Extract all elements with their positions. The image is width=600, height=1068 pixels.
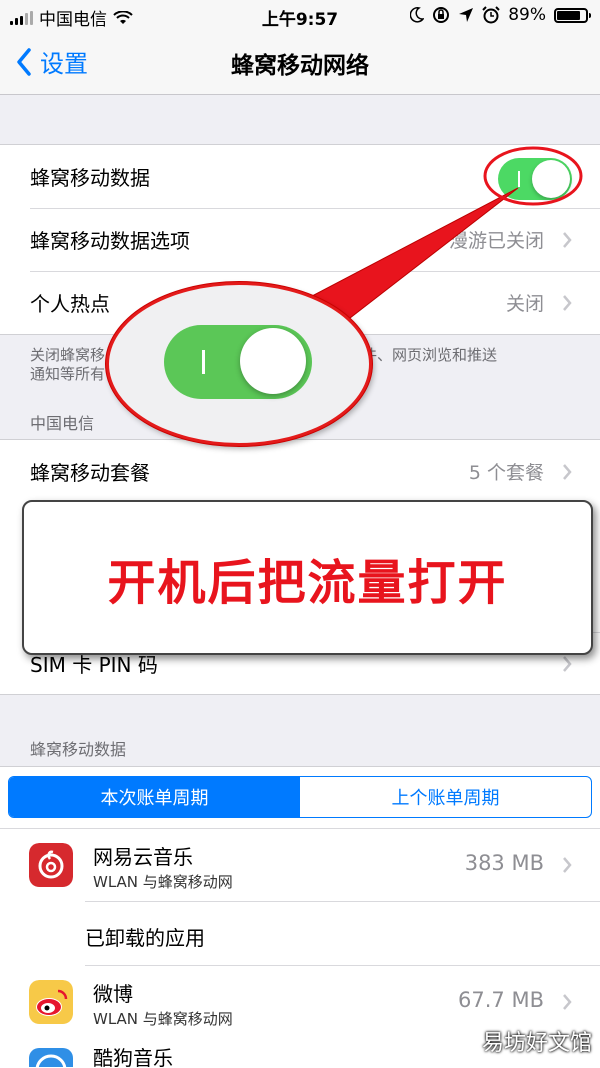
battery-icon [554,7,591,23]
cellular-data-toggle[interactable] [498,158,572,200]
netease-music-icon [29,843,73,887]
app-usage-row[interactable]: 网易云音乐 WLAN 与蜂窝移动网 383 MB [0,829,600,901]
cellular-plan-row[interactable]: 蜂窝移动套餐 5 个套餐 [0,440,600,503]
billing-period-segmented-control: 本次账单周期 上个账单周期 [8,776,592,818]
kugou-music-icon [29,1048,73,1067]
app-network-type: WLAN 与蜂窝移动网 [93,873,233,891]
instruction-text: 开机后把流量打开 [107,554,508,611]
uninstalled-apps-label: 已卸载的应用 [85,926,205,950]
status-bar: 中国电信 上午9:57 89% [0,0,600,32]
lock-rotation-icon [433,7,450,23]
personal-hotspot-label: 个人热点 [30,292,110,316]
navigation-bar: 设置 蜂窝移动网络 [0,32,600,95]
magnified-toggle-callout [106,282,372,446]
weibo-icon [29,980,73,1024]
location-icon [459,8,474,22]
cellular-data-options-label: 蜂窝移动数据选项 [30,229,190,253]
app-name: 酷狗音乐 [93,1046,173,1067]
chevron-right-icon [563,656,572,672]
app-data-usage: 383 MB [464,851,544,875]
app-data-usage: 67.7 MB [458,988,544,1012]
cellular-plan-count: 5 个套餐 [468,462,544,484]
carrier-section-header: 中国电信 [30,414,95,433]
cellular-data-label: 蜂窝移动数据 [30,166,150,190]
toggle-knob [532,160,570,198]
chevron-right-icon [563,857,572,873]
hotspot-status: 关闭 [505,293,544,315]
chevron-right-icon [563,464,572,480]
moon-icon [410,7,425,23]
toggle-on-indicator [202,350,205,374]
app-network-type: WLAN 与蜂窝移动网 [93,1010,233,1028]
watermark: 易坊好文馆 [481,1031,592,1056]
app-name: 微博 [93,982,133,1006]
page-title: 蜂窝移动网络 [231,53,369,79]
instruction-callout: 开机后把流量打开 [22,500,593,655]
usage-section-header: 蜂窝移动数据 [30,740,127,759]
chevron-right-icon [563,994,572,1010]
cellular-plan-label: 蜂窝移动套餐 [30,461,150,485]
footnote-line1-start: 关闭蜂窝移 [30,346,106,364]
toggle-knob [240,328,306,394]
cellular-data-row: 蜂窝移动数据 [0,145,600,208]
chevron-right-icon [563,232,572,248]
magnified-toggle [164,325,312,399]
roaming-status: 漫游已关闭 [448,230,544,252]
divider [85,901,600,902]
footnote-line2-start: 通知等所有 [30,365,106,383]
tab-last-period[interactable]: 上个账单周期 [300,777,591,817]
chevron-right-icon [563,295,572,311]
app-name: 网易云音乐 [93,845,193,869]
cellular-data-options-row[interactable]: 蜂窝移动数据选项 漫游已关闭 [0,208,600,271]
toggle-on-indicator [518,171,520,187]
tab-current-period[interactable]: 本次账单周期 [9,777,300,817]
battery-percent: 89% [508,5,546,25]
alarm-icon [482,6,500,24]
